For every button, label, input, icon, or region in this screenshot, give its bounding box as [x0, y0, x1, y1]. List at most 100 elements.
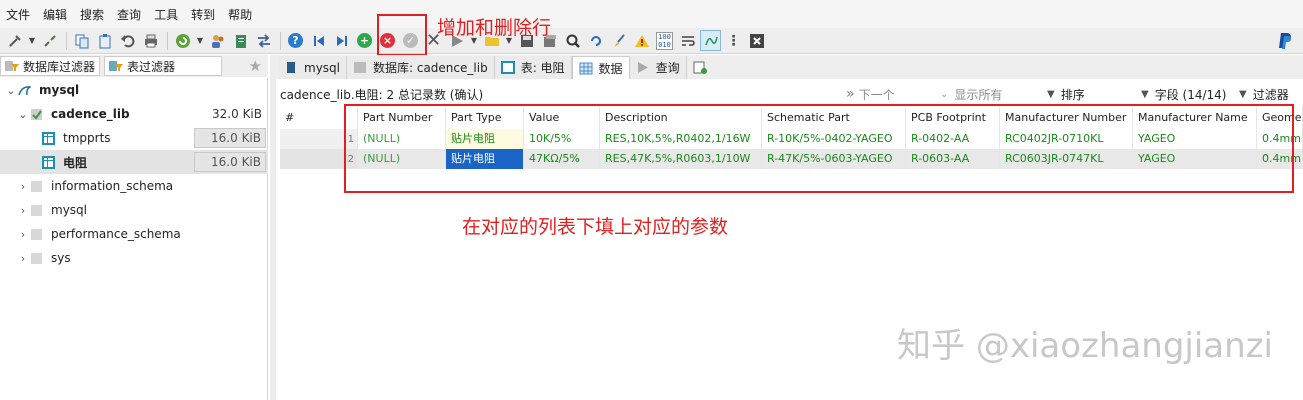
brush-icon[interactable]	[608, 30, 629, 51]
tree-label: mysql	[51, 203, 87, 217]
refresh-icon[interactable]	[172, 30, 193, 51]
chevron-down-icon[interactable]: ▼	[195, 30, 205, 51]
database-icon	[31, 204, 42, 216]
connect-icon[interactable]	[4, 30, 25, 51]
server-icon	[287, 62, 295, 73]
tab-db-filter[interactable]: 数据库过滤器	[0, 56, 101, 76]
tab-label: 查询	[655, 61, 680, 75]
show-all-label: 显示所有	[954, 87, 1003, 102]
database-icon	[31, 252, 42, 264]
wrap-icon[interactable]	[677, 30, 698, 51]
tab-label: 数据库: cadence_lib	[373, 61, 488, 75]
add-delete-highlight	[377, 14, 427, 56]
chevron-right-icon[interactable]: ›	[16, 180, 30, 193]
tree-label: 电阻	[63, 155, 88, 170]
tab-query[interactable]: 查询	[629, 56, 687, 79]
tab-new-query[interactable]	[687, 56, 719, 79]
chevron-down-icon[interactable]: ▼	[27, 30, 37, 51]
next-label: 下一个	[858, 87, 895, 102]
tab-host[interactable]: mysql	[278, 56, 347, 79]
menu-search[interactable]: 搜索	[80, 6, 104, 23]
show-all-button[interactable]: ⌄ 显示所有	[940, 84, 1002, 104]
tree-item-database[interactable]: › information_schema	[0, 174, 268, 198]
menu-tools[interactable]: 工具	[154, 6, 178, 23]
database-icon	[354, 62, 366, 73]
menu-help[interactable]: 帮助	[228, 6, 252, 23]
fields-label: 字段 (14/14)	[1154, 87, 1227, 102]
undo-icon[interactable]	[117, 30, 138, 51]
add-row-icon[interactable]: +	[354, 30, 375, 51]
disconnect-icon[interactable]	[39, 30, 60, 51]
tree-item-database[interactable]: › performance_schema	[0, 222, 268, 246]
find-icon[interactable]	[562, 30, 583, 51]
tree-item-database[interactable]: › sys	[0, 246, 268, 270]
format-icon[interactable]	[700, 30, 721, 51]
tree-item-database[interactable]: › mysql	[0, 198, 268, 222]
help-icon[interactable]: ?	[285, 30, 306, 51]
tab-database[interactable]: 数据库: cadence_lib	[347, 56, 495, 79]
add-delete-annotation: 增加和删除行	[437, 17, 552, 39]
warning-icon[interactable]	[631, 30, 652, 51]
filter-label: 过滤器	[1252, 87, 1289, 102]
grid-icon	[579, 62, 593, 74]
chevron-down-icon[interactable]: ⌄	[4, 84, 18, 97]
tab-table[interactable]: 表: 电阻	[494, 56, 572, 79]
tree-item-mysql-server[interactable]: ⌄ mysql	[0, 78, 268, 102]
tab-table-filter[interactable]: 表过滤器	[104, 56, 223, 76]
tab-db-filter-label: 数据库过滤器	[23, 59, 96, 74]
database-icon	[31, 108, 42, 120]
more-icon[interactable]: ⋮	[723, 30, 744, 51]
menu-file[interactable]: 文件	[6, 6, 30, 23]
fill-params-annotation: 在对应的列表下填上对应的参数	[462, 216, 729, 238]
tab-data[interactable]: 数据	[571, 56, 630, 79]
filter-icon	[5, 61, 19, 71]
paypal-icon[interactable]	[1274, 30, 1295, 51]
chevron-right-icon[interactable]: ›	[16, 228, 30, 241]
tree-label: cadence_lib	[51, 107, 130, 121]
star-icon[interactable]: ★	[249, 57, 262, 75]
main-tabs: mysql 数据库: cadence_lib 表: 电阻 数据 查询	[276, 55, 1303, 79]
sync-icon[interactable]	[253, 30, 274, 51]
new-query-icon	[693, 61, 707, 74]
double-chevron-right-icon: »	[846, 86, 855, 102]
db-size: 32.0 KiB	[212, 107, 262, 121]
triangle-down-icon: ▼	[1239, 88, 1247, 100]
fields-button[interactable]: ▼ 字段 (14/14)	[1141, 84, 1226, 104]
tree-item-table[interactable]: tmpprts 16.0 KiB	[0, 126, 268, 150]
sort-button[interactable]: ▼ 排序	[1047, 84, 1085, 104]
menu-goto[interactable]: 转到	[191, 6, 215, 23]
tab-label: 数据	[598, 61, 623, 76]
menu-edit[interactable]: 编辑	[43, 6, 67, 23]
filter-button[interactable]: ▼ 过滤器	[1239, 84, 1289, 104]
chevron-down-icon[interactable]: ⌄	[16, 108, 30, 121]
toolbar-divider	[167, 31, 168, 50]
watermark: 知乎 @xiaozhangjianzi	[897, 326, 1273, 366]
last-icon[interactable]	[331, 30, 352, 51]
close-icon[interactable]	[746, 30, 767, 51]
chevron-right-icon[interactable]: ›	[16, 252, 30, 265]
tree-item-table[interactable]: 电阻 16.0 KiB	[0, 150, 268, 174]
menu-bar: 文件 编辑 搜索 查询 工具 转到 帮助	[0, 0, 1303, 28]
toolbar-divider	[66, 31, 67, 50]
binary-icon[interactable]: 100 010	[654, 30, 675, 51]
tree-item-cadence-lib[interactable]: ⌄ cadence_lib 32.0 KiB	[0, 102, 268, 126]
table-size: 16.0 KiB	[194, 152, 266, 172]
chevron-right-icon[interactable]: ›	[16, 204, 30, 217]
left-panel-tabs: 数据库过滤器 表过滤器 ★	[0, 55, 268, 77]
copy-icon[interactable]	[71, 30, 92, 51]
tree-label: performance_schema	[51, 227, 181, 241]
panel-splitter[interactable]	[270, 55, 276, 400]
next-button[interactable]: » 下一个	[846, 84, 895, 104]
grid-highlight	[344, 104, 1294, 193]
paste-icon[interactable]	[94, 30, 115, 51]
toolbar-divider	[280, 31, 281, 50]
export-icon[interactable]	[230, 30, 251, 51]
replace-icon[interactable]	[585, 30, 606, 51]
menu-query[interactable]: 查询	[117, 6, 141, 23]
tree-label: tmpprts	[63, 131, 111, 145]
tab-label: mysql	[304, 60, 340, 75]
tab-table-filter-label: 表过滤器	[127, 59, 176, 74]
print-icon[interactable]	[140, 30, 161, 51]
first-icon[interactable]	[308, 30, 329, 51]
users-icon[interactable]	[207, 30, 228, 51]
